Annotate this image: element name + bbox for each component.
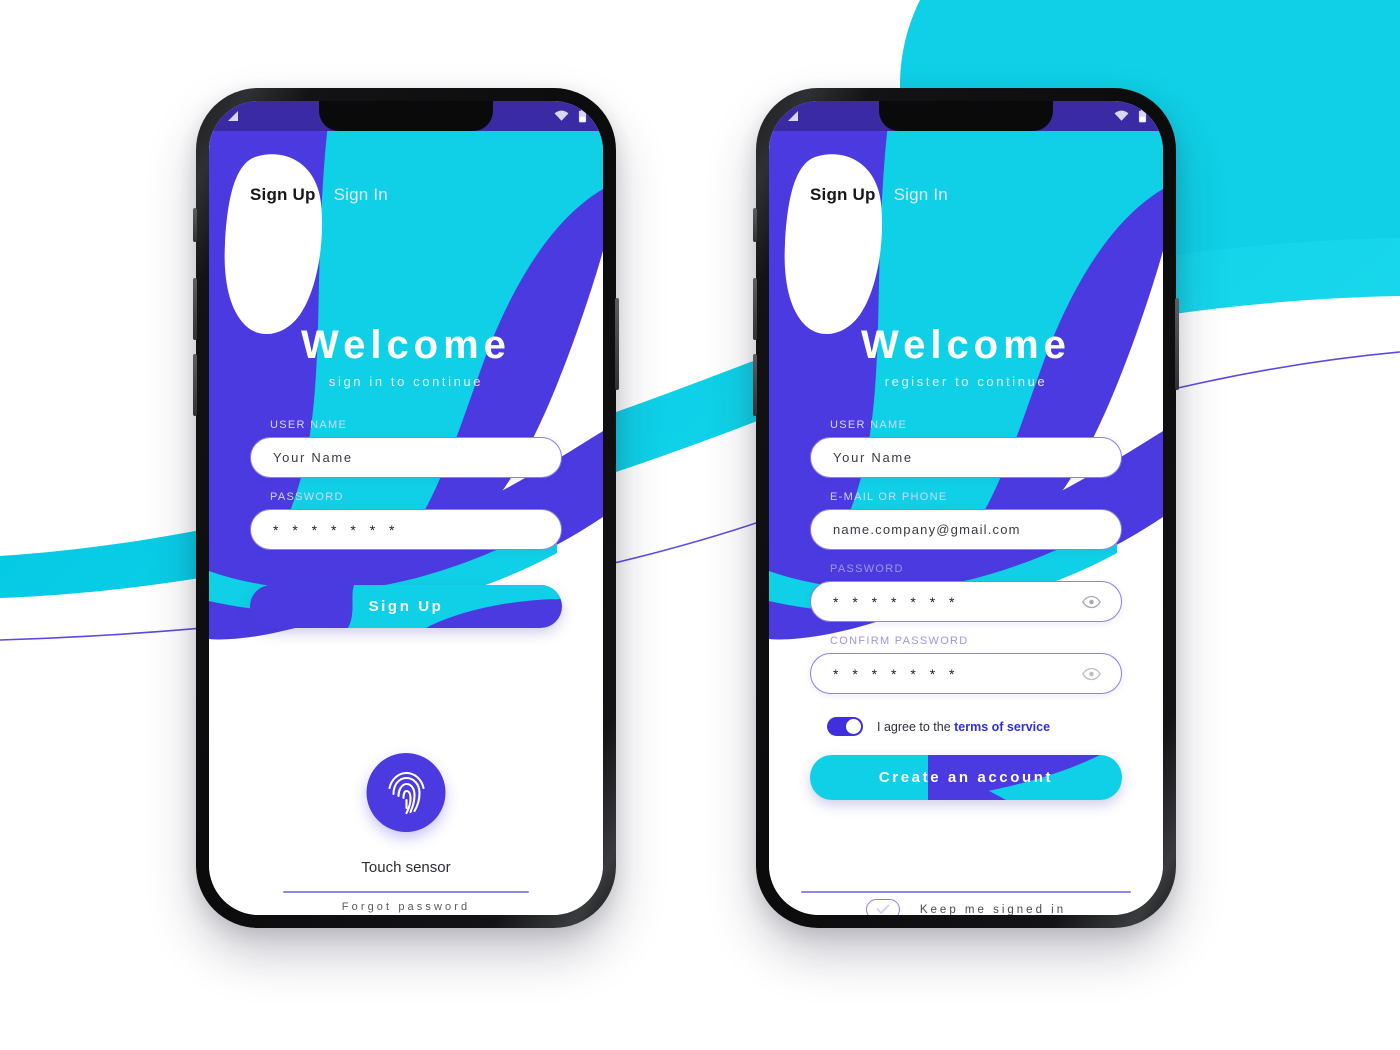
device-button-mute[interactable] (193, 208, 197, 242)
input-user-name[interactable]: Your Name (250, 437, 562, 478)
page-subtitle: sign in to continue (328, 374, 484, 389)
input-confirm-password[interactable]: * * * * * * * (810, 653, 1122, 694)
screen-signup: Sign Up Sign In Welcome register to cont… (769, 101, 1163, 915)
touch-sensor-button[interactable] (366, 753, 446, 832)
touch-sensor-label: Touch sensor (361, 859, 451, 876)
create-account-button[interactable]: Create an account (810, 755, 1122, 800)
device-notch (319, 101, 493, 131)
input-value-password: * * * * * * * (833, 593, 960, 610)
hero-signup: Welcome register to continue (769, 325, 1163, 389)
keep-signed-in-row: Keep me signed in (769, 899, 1163, 915)
keep-signed-in-checkbox[interactable] (865, 899, 900, 915)
input-user-name[interactable]: Your Name (810, 437, 1122, 478)
terms-agreement-prefix: I agree to the (877, 719, 955, 734)
battery-icon (1138, 109, 1147, 123)
create-account-button-label: Create an account (878, 769, 1054, 786)
field-label-user-name: USER NAME (270, 419, 348, 431)
eye-icon[interactable] (1082, 595, 1101, 608)
terms-agreement-row: I agree to the terms of service (827, 717, 1122, 736)
wifi-icon (554, 110, 569, 121)
phone-device-signin: Sign Up Sign In Welcome sign in to conti… (193, 88, 619, 928)
field-user-name: USER NAME Your Name (769, 419, 1163, 478)
field-label-email-or-phone: E-MAIL OR PHONE (830, 491, 948, 503)
field-label-password: PASSWORD (270, 491, 344, 503)
footer-divider (283, 891, 529, 893)
tab-sign-up[interactable]: Sign Up (810, 185, 876, 205)
sign-up-button-label: Sign Up (368, 598, 444, 615)
hero-signin: Welcome sign in to continue (209, 325, 603, 389)
terms-agreement-text: I agree to the terms of service (877, 720, 1050, 734)
eye-icon[interactable] (1082, 667, 1101, 680)
terms-of-service-link[interactable]: terms of service (954, 720, 1050, 734)
input-password[interactable]: * * * * * * * (810, 581, 1122, 622)
terms-toggle[interactable] (827, 717, 863, 736)
device-button-volume-down-2[interactable] (753, 354, 757, 416)
input-value-email-or-phone: name.company@gmail.com (833, 522, 1021, 537)
input-email-or-phone[interactable]: name.company@gmail.com (810, 509, 1122, 550)
battery-icon (578, 109, 587, 123)
screen-signin: Sign Up Sign In Welcome sign in to conti… (209, 101, 603, 915)
wifi-icon (1114, 110, 1129, 121)
device-button-volume-up-2[interactable] (753, 278, 757, 340)
signal-triangle-icon (788, 111, 798, 121)
page-subtitle: register to continue (884, 374, 1048, 389)
phone-device-signup: Sign Up Sign In Welcome register to cont… (753, 88, 1179, 928)
device-button-power-2[interactable] (1175, 298, 1179, 390)
footer-divider-2 (801, 891, 1131, 893)
signup-form: USER NAME Your Name E-MAIL OR PHONE name… (769, 419, 1163, 707)
forgot-password-link[interactable]: Forgot password (209, 901, 603, 913)
device-notch-2 (879, 101, 1053, 131)
auth-tabs-signin: Sign Up Sign In (209, 185, 603, 205)
field-password: PASSWORD * * * * * * * (769, 563, 1163, 622)
input-value-user-name: Your Name (833, 450, 913, 465)
input-value-user-name: Your Name (273, 450, 353, 465)
sign-up-button[interactable]: Sign Up (250, 585, 562, 628)
field-confirm-password: CONFIRM PASSWORD * * * * * * * (769, 635, 1163, 694)
field-label-user-name: USER NAME (830, 419, 908, 431)
device-button-power[interactable] (615, 298, 619, 390)
input-password[interactable]: * * * * * * * (250, 509, 562, 550)
field-password: PASSWORD * * * * * * * (209, 491, 603, 550)
fingerprint-icon (387, 771, 425, 814)
auth-tabs-signup: Sign Up Sign In (769, 185, 1163, 205)
field-label-password: PASSWORD (830, 563, 904, 575)
screen-content-signin: Sign Up Sign In Welcome sign in to conti… (209, 101, 603, 915)
keep-signed-in-label: Keep me signed in (919, 903, 1067, 916)
device-button-volume-up[interactable] (193, 278, 197, 340)
field-label-confirm-password: CONFIRM PASSWORD (830, 635, 969, 647)
signin-form: USER NAME Your Name PASSWORD * * * * * *… (209, 419, 603, 563)
device-button-mute-2[interactable] (753, 208, 757, 242)
input-value-password: * * * * * * * (273, 521, 400, 538)
page-title: Welcome (861, 323, 1071, 367)
device-button-volume-down[interactable] (193, 354, 197, 416)
terms-toggle-knob (846, 719, 861, 734)
page-title: Welcome (301, 323, 511, 367)
screen-content-signup: Sign Up Sign In Welcome register to cont… (769, 101, 1163, 915)
check-icon (876, 904, 890, 914)
signal-triangle-icon (228, 111, 238, 121)
tab-sign-in[interactable]: Sign In (894, 185, 948, 205)
input-value-confirm-password: * * * * * * * (833, 665, 960, 682)
tab-sign-up[interactable]: Sign Up (250, 185, 316, 205)
tab-sign-in[interactable]: Sign In (334, 185, 388, 205)
field-email-or-phone: E-MAIL OR PHONE name.company@gmail.com (769, 491, 1163, 550)
field-user-name: USER NAME Your Name (209, 419, 603, 478)
